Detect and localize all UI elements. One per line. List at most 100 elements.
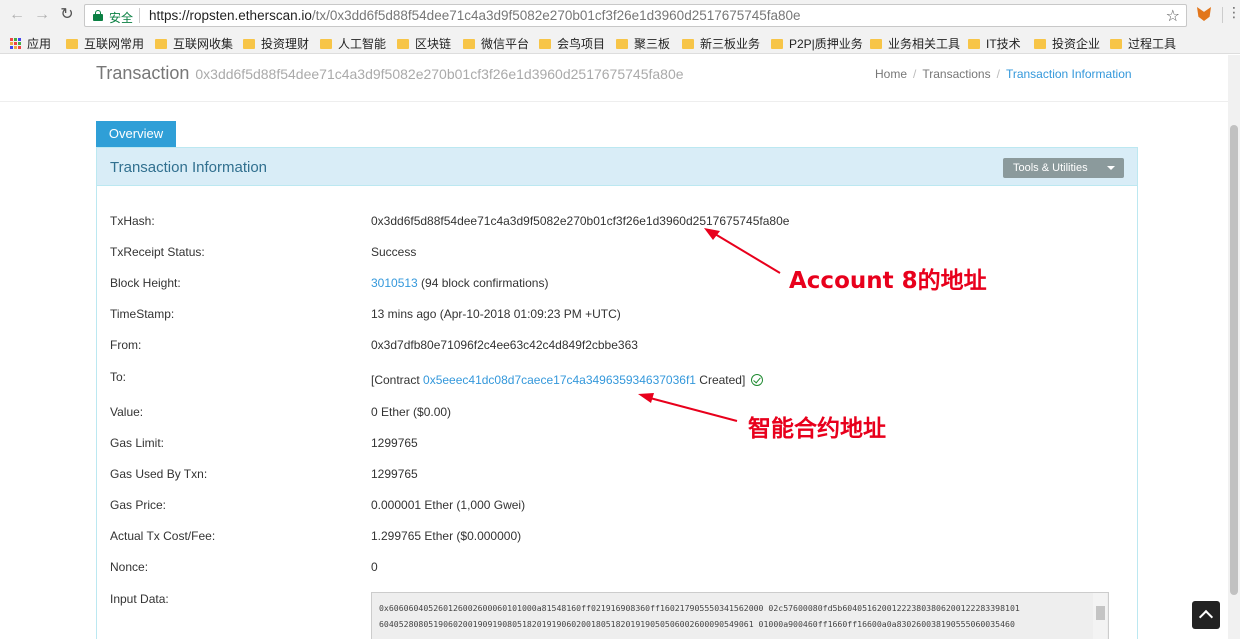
bookmark-folder[interactable]: 投资企业 — [1034, 35, 1100, 52]
row-label: TxReceipt Status: — [110, 245, 205, 259]
secure-label: 安全 — [109, 11, 134, 25]
back-arrow-icon[interactable]: ← — [8, 6, 26, 24]
tab-overview[interactable]: Overview — [96, 121, 176, 147]
bookmark-folder[interactable]: 微信平台 — [463, 35, 529, 52]
breadcrumb-current: Transaction Information — [1005, 67, 1132, 81]
bookmark-folder[interactable]: IT技术 — [968, 35, 1021, 52]
input-data-line: 6040528080519060200190919080518201919060… — [379, 619, 1015, 629]
bookmark-folder[interactable]: 聚三板 — [616, 35, 670, 52]
contract-address-link[interactable]: 0x5eeec41dc08d7caece17c4a349635934637036… — [423, 373, 696, 387]
row-gas-price: Gas Price: 0.000001 Ether (1,000 Gwei) — [110, 498, 1110, 518]
bookmark-folder[interactable]: 会鸟项目 — [539, 35, 605, 52]
bookmark-apps[interactable]: 应用 — [10, 35, 51, 52]
block-height-value: 3010513 (94 block confirmations) — [371, 276, 548, 290]
folder-icon — [616, 38, 628, 49]
breadcrumb-transactions[interactable]: Transactions — [922, 67, 990, 81]
bookmark-label: 投资理财 — [261, 37, 310, 51]
input-data-line: 0x606060405260126002600060101000a8154816… — [379, 603, 1020, 613]
bookmark-folder[interactable]: 新三板业务 — [682, 35, 760, 52]
row-from: From: 0x3d7dfb80e71096f2c4ee63c42c4d849f… — [110, 338, 1110, 358]
bookmark-label: 业务相关工具 — [888, 37, 961, 51]
menu-more-icon[interactable]: ⋮ — [1227, 4, 1240, 21]
bookmark-label: 微信平台 — [481, 37, 530, 51]
star-icon[interactable]: ☆ — [1166, 6, 1180, 26]
metamask-fox-icon[interactable] — [1197, 7, 1211, 21]
row-label: TimeStamp: — [110, 307, 175, 321]
folder-icon — [320, 38, 332, 49]
folder-icon — [682, 38, 694, 49]
from-address-link[interactable]: 0x3d7dfb80e71096f2c4ee63c42c4d849f2cbbe3… — [371, 338, 638, 352]
folder-icon — [771, 38, 783, 49]
row-label: Gas Price: — [110, 498, 167, 512]
bookmark-label: 投资企业 — [1052, 37, 1101, 51]
bookmark-folder[interactable]: 过程工具 — [1110, 35, 1176, 52]
value-amount: 0 Ether ($0.00) — [371, 405, 452, 419]
to-prefix: [Contract — [371, 373, 424, 387]
bookmark-label: 过程工具 — [1128, 37, 1177, 51]
txhash-value: 0x3dd6f5d88f54dee71c4a3d9f5082e270b01cf3… — [371, 214, 790, 228]
row-value: Value: 0 Ether ($0.00) — [110, 405, 1110, 425]
bookmark-label: 互联网收集 — [173, 37, 234, 51]
to-value: [Contract 0x5eeec41dc08d7caece17c4a34963… — [371, 373, 764, 387]
bookmark-label: 会鸟项目 — [557, 37, 606, 51]
to-suffix: Created] — [695, 373, 746, 387]
row-label: Actual Tx Cost/Fee: — [110, 529, 216, 543]
bookmark-folder[interactable]: 互联网收集 — [155, 35, 233, 52]
bookmark-folder[interactable]: 投资理财 — [243, 35, 309, 52]
tools-utilities-label: Tools & Utilities — [1013, 162, 1088, 174]
tools-utilities-button[interactable]: Tools & Utilities — [1003, 158, 1124, 178]
folder-icon — [870, 38, 882, 49]
bookmark-folder[interactable]: 区块链 — [397, 35, 451, 52]
forward-arrow-icon[interactable]: → — [33, 6, 51, 24]
folder-icon — [155, 38, 167, 49]
page-scroll-thumb[interactable] — [1230, 125, 1238, 595]
bookmarks-bar: 应用 互联网常用 互联网收集 投资理财 人工智能 区块链 微信平台 会鸟项目 聚… — [0, 31, 1240, 54]
url-text[interactable]: https://ropsten.etherscan.io/tx/0x3dd6f5… — [149, 8, 801, 23]
bookmark-label: 人工智能 — [338, 37, 387, 51]
folder-icon — [243, 38, 255, 49]
bookmark-folder[interactable]: 人工智能 — [320, 35, 386, 52]
fee-value: 1.299765 Ether ($0.000000) — [371, 529, 522, 543]
url-host: https://ropsten.etherscan.io — [149, 8, 312, 23]
timestamp-value: 13 mins ago (Apr-10-2018 01:09:23 PM +UT… — [371, 307, 621, 321]
back-to-top-button[interactable] — [1192, 601, 1220, 629]
page-title-text: Transaction — [96, 63, 190, 83]
page-title: Transaction 0x3dd6f5d88f54dee71c4a3d9f508… — [96, 63, 684, 84]
bookmark-label: 新三板业务 — [700, 37, 761, 51]
folder-icon — [1110, 38, 1122, 49]
status-value: Success — [371, 245, 417, 259]
bookmark-label: 应用 — [27, 37, 52, 51]
row-to: To: [Contract 0x5eeec41dc08d7caece17c4a3… — [110, 370, 1110, 390]
check-circle-icon — [751, 374, 764, 386]
bookmark-label: 聚三板 — [634, 37, 671, 51]
bookmark-label: P2P|质押业务 — [789, 37, 863, 51]
row-label: Block Height: — [110, 276, 181, 290]
row-label: Gas Limit: — [110, 436, 165, 450]
bookmark-folder[interactable]: P2P|质押业务 — [771, 35, 863, 52]
row-label: TxHash: — [110, 214, 155, 228]
folder-icon — [66, 38, 78, 49]
page-scrollbar[interactable] — [1228, 55, 1240, 639]
address-bar[interactable]: 安全 https://ropsten.etherscan.io/tx/0x3dd… — [84, 4, 1187, 27]
input-data-scroll-thumb[interactable] — [1096, 606, 1105, 620]
row-nonce: Nonce: 0 — [110, 560, 1110, 580]
row-timestamp: TimeStamp: 13 mins ago (Apr-10-2018 01:0… — [110, 307, 1110, 327]
nonce-value: 0 — [371, 560, 378, 574]
bookmark-folder[interactable]: 业务相关工具 — [870, 35, 960, 52]
row-label: Gas Used By Txn: — [110, 467, 208, 481]
annotation-account: Account 8的地址 — [789, 268, 987, 294]
block-height-link[interactable]: 3010513 — [371, 276, 418, 290]
row-label: Input Data: — [110, 592, 169, 606]
bookmark-label: IT技术 — [986, 37, 1021, 51]
row-label: To: — [110, 370, 127, 384]
input-data-textarea[interactable]: 0x606060405260126002600060101000a8154816… — [371, 592, 1109, 639]
omnibox-divider — [139, 8, 140, 23]
bookmark-folder[interactable]: 互联网常用 — [66, 35, 144, 52]
folder-icon — [397, 38, 409, 49]
apps-grid-icon — [10, 38, 21, 49]
breadcrumb-home[interactable]: Home — [875, 67, 907, 81]
url-path: /tx/0x3dd6f5d88f54dee71c4a3d9f5082e270b0… — [311, 8, 801, 23]
row-gas-used: Gas Used By Txn: 1299765 — [110, 467, 1110, 487]
reload-icon[interactable]: ↻ — [58, 6, 76, 24]
extension-divider — [1222, 7, 1223, 23]
